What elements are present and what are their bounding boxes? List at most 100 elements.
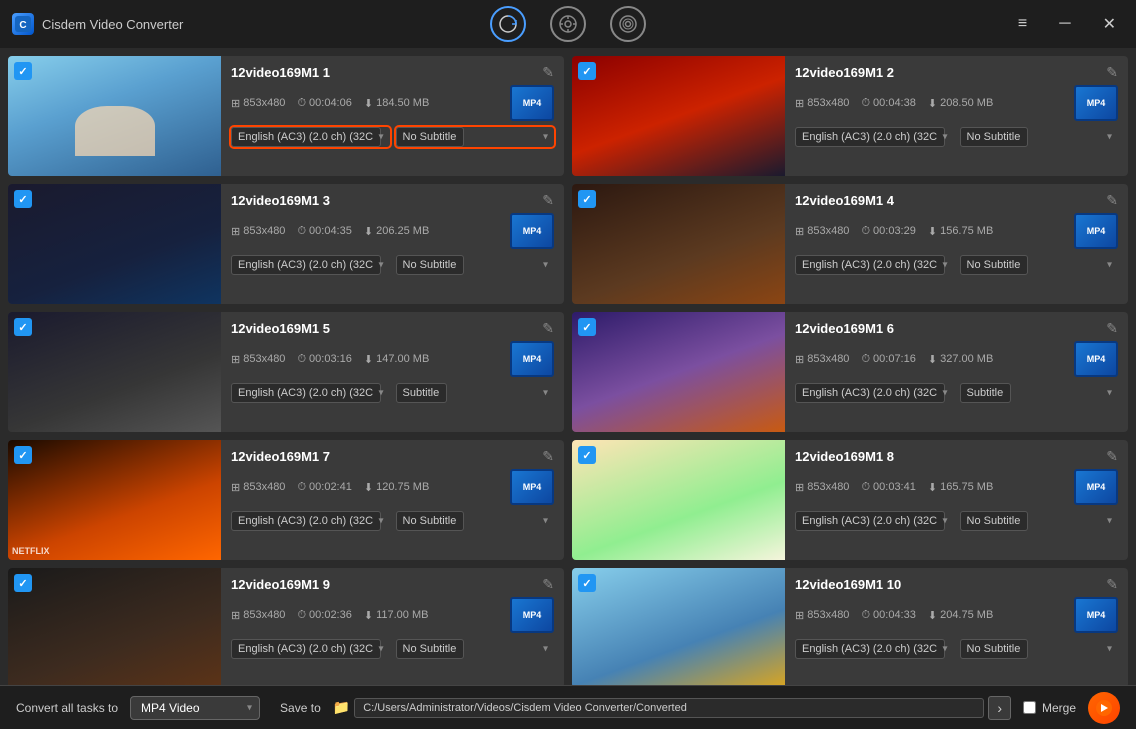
- audio-select-6[interactable]: English (AC3) (2.0 ch) (32C: [795, 383, 945, 403]
- subtitle-select-wrapper-7: No Subtitle: [396, 511, 555, 531]
- video-title-row-2: 12video169M1 2 ✎: [795, 64, 1118, 81]
- resolution-icon-4: ⊞: [795, 225, 804, 238]
- audio-select-4[interactable]: English (AC3) (2.0 ch) (32C: [795, 255, 945, 275]
- subtitle-select-5[interactable]: Subtitle: [396, 383, 447, 403]
- video-info-6: 12video169M1 6 ✎ ⊞ 853x480 ⏱ 00:07:16 ⬇ …: [785, 312, 1128, 432]
- video-title-1: 12video169M1 1: [231, 65, 330, 80]
- title-bar: C Cisdem Video Converter: [0, 0, 1136, 48]
- subtitle-select-3[interactable]: No Subtitle: [396, 255, 464, 275]
- audio-select-wrapper-9: English (AC3) (2.0 ch) (32C: [231, 639, 390, 659]
- audio-select-9[interactable]: English (AC3) (2.0 ch) (32C: [231, 639, 381, 659]
- resolution-icon-6: ⊞: [795, 353, 804, 366]
- audio-select-wrapper-7: English (AC3) (2.0 ch) (32C: [231, 511, 390, 531]
- format-badge-8: MP4: [1074, 469, 1118, 505]
- format-badge-7: MP4: [510, 469, 554, 505]
- check-badge-8[interactable]: ✓: [578, 446, 596, 464]
- video-title-2: 12video169M1 2: [795, 65, 894, 80]
- thumbnail-4: ✓: [572, 184, 785, 304]
- subtitle-select-2[interactable]: No Subtitle: [960, 127, 1028, 147]
- subtitle-select-6[interactable]: Subtitle: [960, 383, 1011, 403]
- check-badge-6[interactable]: ✓: [578, 318, 596, 336]
- video-card-1: ✓ 12video169M1 1 ✎ ⊞ 853x480 ⏱ 00:04:06 …: [8, 56, 564, 176]
- subtitle-select-10[interactable]: No Subtitle: [960, 639, 1028, 659]
- download-icon-4: ⬇: [928, 225, 937, 238]
- audio-select-3[interactable]: English (AC3) (2.0 ch) (32C: [231, 255, 381, 275]
- check-badge-4[interactable]: ✓: [578, 190, 596, 208]
- download-icon-8: ⬇: [928, 481, 937, 494]
- close-button[interactable]: ✕: [1095, 10, 1124, 38]
- duration-2: ⏱ 00:04:38: [861, 97, 915, 110]
- edit-icon-4[interactable]: ✎: [1106, 192, 1118, 209]
- video-meta-9: ⊞ 853x480 ⏱ 00:02:36 ⬇ 117.00 MB MP4: [231, 597, 554, 633]
- video-controls-9: English (AC3) (2.0 ch) (32C No Subtitle: [231, 639, 554, 659]
- subtitle-select-wrapper-1: No Subtitle: [396, 127, 555, 147]
- video-title-4: 12video169M1 4: [795, 193, 894, 208]
- video-title-row-1: 12video169M1 1 ✎: [231, 64, 554, 81]
- duration-10: ⏱ 00:04:33: [861, 609, 915, 622]
- audio-select-1[interactable]: English (AC3) (2.0 ch) (32C: [231, 127, 381, 147]
- edit-icon-6[interactable]: ✎: [1106, 320, 1118, 337]
- menu-button[interactable]: ≡: [1010, 11, 1035, 37]
- subtitle-select-7[interactable]: No Subtitle: [396, 511, 464, 531]
- minimize-button[interactable]: ─: [1051, 11, 1078, 37]
- thumbnail-1: ✓: [8, 56, 221, 176]
- check-badge-7[interactable]: ✓: [14, 446, 32, 464]
- video-title-row-4: 12video169M1 4 ✎: [795, 192, 1118, 209]
- format-badge-6: MP4: [1074, 341, 1118, 377]
- audio-select-8[interactable]: English (AC3) (2.0 ch) (32C: [795, 511, 945, 531]
- save-to-label: Save to: [280, 701, 321, 715]
- check-badge-10[interactable]: ✓: [578, 574, 596, 592]
- convert-button[interactable]: [1088, 692, 1120, 724]
- filesize-5: ⬇ 147.00 MB: [364, 353, 429, 366]
- edit-icon-3[interactable]: ✎: [542, 192, 554, 209]
- resolution-icon-5: ⊞: [231, 353, 240, 366]
- video-title-row-6: 12video169M1 6 ✎: [795, 320, 1118, 337]
- check-badge-3[interactable]: ✓: [14, 190, 32, 208]
- convert-tab-btn[interactable]: [490, 6, 526, 42]
- edit-icon-9[interactable]: ✎: [542, 576, 554, 593]
- check-badge-1[interactable]: ✓: [14, 62, 32, 80]
- audio-select-2[interactable]: English (AC3) (2.0 ch) (32C: [795, 127, 945, 147]
- subtitle-select-wrapper-9: No Subtitle: [396, 639, 555, 659]
- video-controls-6: English (AC3) (2.0 ch) (32C Subtitle: [795, 383, 1118, 403]
- resolution-icon-8: ⊞: [795, 481, 804, 494]
- audio-select-10[interactable]: English (AC3) (2.0 ch) (32C: [795, 639, 945, 659]
- check-badge-2[interactable]: ✓: [578, 62, 596, 80]
- edit-icon-1[interactable]: ✎: [542, 64, 554, 81]
- subtitle-select-1[interactable]: No Subtitle: [396, 127, 464, 147]
- edit-icon-10[interactable]: ✎: [1106, 576, 1118, 593]
- check-badge-5[interactable]: ✓: [14, 318, 32, 336]
- video-card-9: ✓ 12video169M1 9 ✎ ⊞ 853x480 ⏱ 00:02:36 …: [8, 568, 564, 685]
- duration-9: ⏱ 00:02:36: [297, 609, 351, 622]
- edit-icon-8[interactable]: ✎: [1106, 448, 1118, 465]
- format-select[interactable]: MP4 Video MKV Video AVI Video MOV Video: [130, 696, 260, 720]
- video-controls-10: English (AC3) (2.0 ch) (32C No Subtitle: [795, 639, 1118, 659]
- edit-icon-5[interactable]: ✎: [542, 320, 554, 337]
- video-controls-8: English (AC3) (2.0 ch) (32C No Subtitle: [795, 511, 1118, 531]
- video-meta-5: ⊞ 853x480 ⏱ 00:03:16 ⬇ 147.00 MB MP4: [231, 341, 554, 377]
- video-title-row-3: 12video169M1 3 ✎: [231, 192, 554, 209]
- edit-icon-2[interactable]: ✎: [1106, 64, 1118, 81]
- check-badge-9[interactable]: ✓: [14, 574, 32, 592]
- subtitle-select-4[interactable]: No Subtitle: [960, 255, 1028, 275]
- download-icon-6: ⬇: [928, 353, 937, 366]
- resolution-icon-10: ⊞: [795, 609, 804, 622]
- merge-label[interactable]: Merge: [1042, 701, 1076, 715]
- resolution-7: ⊞ 853x480: [231, 481, 285, 494]
- toolbox-tab-btn[interactable]: [550, 6, 586, 42]
- video-info-2: 12video169M1 2 ✎ ⊞ 853x480 ⏱ 00:04:38 ⬇ …: [785, 56, 1128, 176]
- subtitle-select-9[interactable]: No Subtitle: [396, 639, 464, 659]
- subtitle-select-8[interactable]: No Subtitle: [960, 511, 1028, 531]
- format-badge-5: MP4: [510, 341, 554, 377]
- merge-checkbox[interactable]: [1023, 701, 1036, 714]
- edit-icon-7[interactable]: ✎: [542, 448, 554, 465]
- audio-select-wrapper-8: English (AC3) (2.0 ch) (32C: [795, 511, 954, 531]
- video-info-8: 12video169M1 8 ✎ ⊞ 853x480 ⏱ 00:03:41 ⬇ …: [785, 440, 1128, 560]
- format-badge-2: MP4: [1074, 85, 1118, 121]
- dvd-tab-btn[interactable]: [610, 6, 646, 42]
- filesize-7: ⬇ 120.75 MB: [364, 481, 429, 494]
- duration-1: ⏱ 00:04:06: [297, 97, 351, 110]
- audio-select-7[interactable]: English (AC3) (2.0 ch) (32C: [231, 511, 381, 531]
- browse-path-button[interactable]: ›: [988, 696, 1011, 720]
- audio-select-5[interactable]: English (AC3) (2.0 ch) (32C: [231, 383, 381, 403]
